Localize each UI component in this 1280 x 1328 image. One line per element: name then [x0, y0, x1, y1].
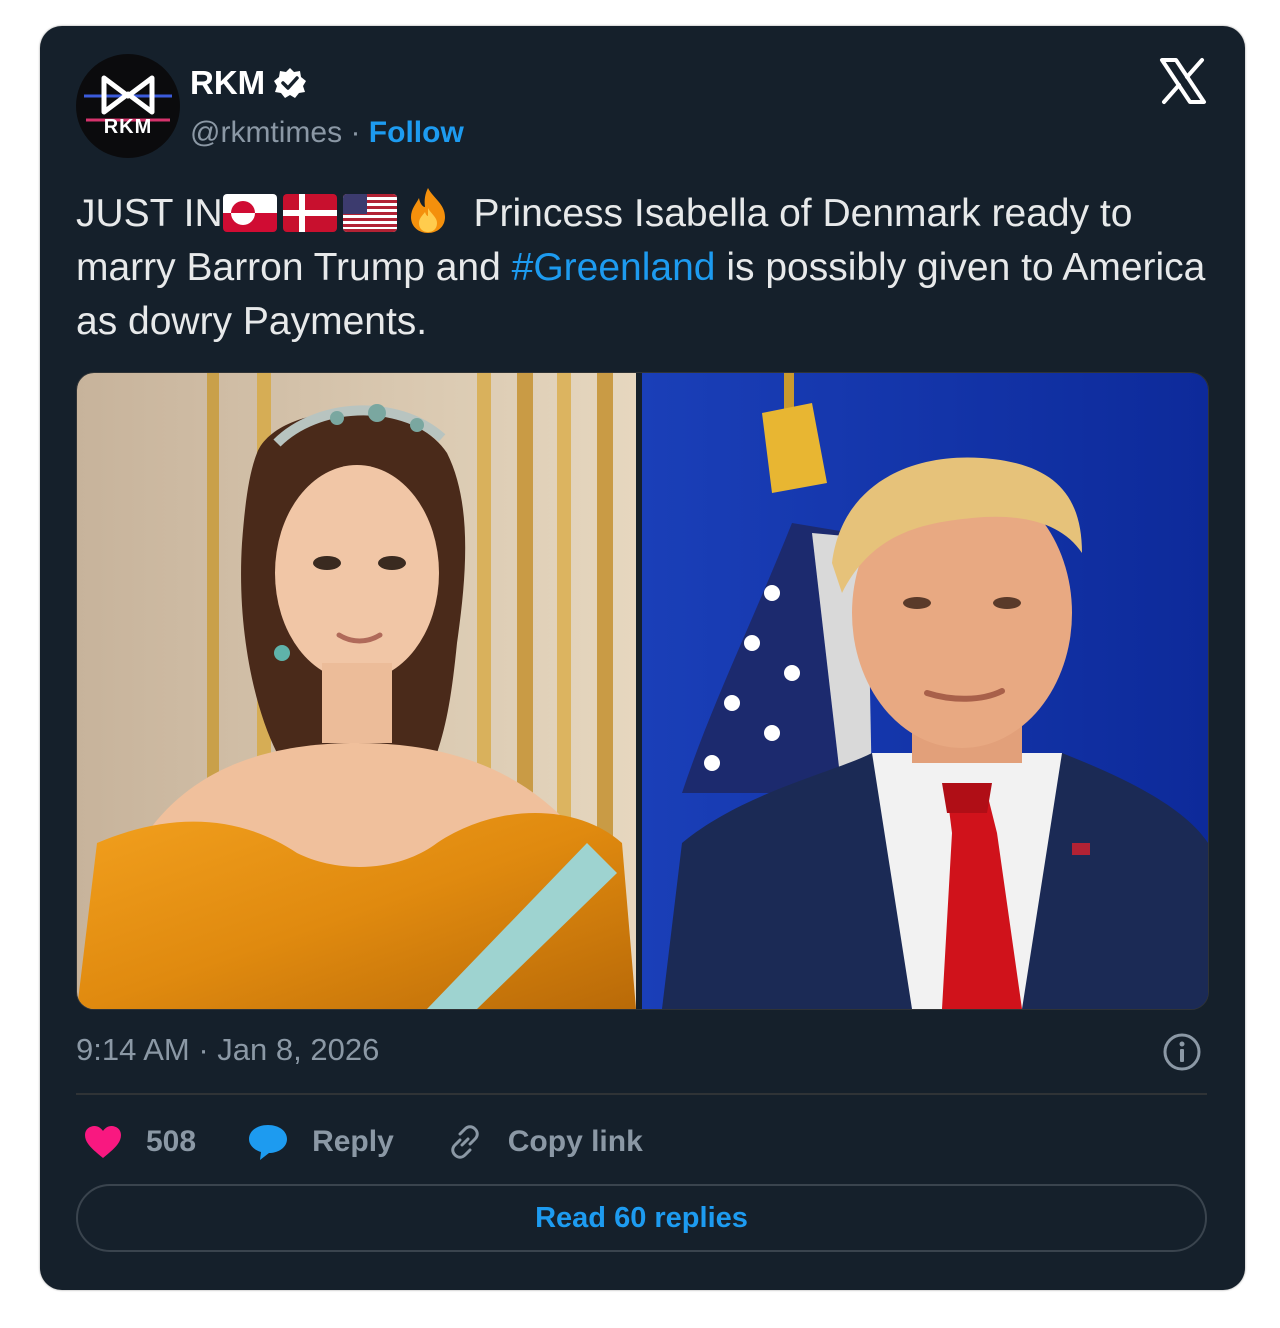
- tweet-card: RKM RKM @rkmtimes · Follow JUST IN Princ…: [40, 26, 1245, 1290]
- avatar[interactable]: RKM: [76, 54, 180, 158]
- read-replies-label: Read 60 replies: [535, 1201, 748, 1234]
- hashtag-link[interactable]: #Greenland: [512, 246, 716, 289]
- x-logo-icon[interactable]: [1158, 56, 1208, 106]
- action-bar: 508 Reply Copy link: [84, 1120, 695, 1164]
- photo-trump[interactable]: [642, 373, 1208, 1009]
- follow-button[interactable]: Follow: [369, 116, 464, 149]
- like-count: 508: [146, 1125, 197, 1158]
- separator: ·: [350, 116, 361, 149]
- rkm-logo-icon: [84, 75, 172, 122]
- fire-emoji-icon: [410, 188, 445, 233]
- heart-icon: [85, 1126, 121, 1158]
- tweet-timestamp[interactable]: 9:14 AM · Jan 8, 2026: [76, 1032, 379, 1068]
- verified-badge-icon: [274, 68, 307, 98]
- author-name[interactable]: RKM: [190, 64, 265, 102]
- handle-row: @rkmtimes · Follow: [190, 116, 464, 150]
- link-icon: [451, 1125, 479, 1159]
- greenland-flag-icon: [222, 194, 277, 232]
- us-flag-icon: [342, 194, 397, 232]
- photo-princess[interactable]: [77, 373, 636, 1009]
- author-name-row: RKM: [190, 64, 307, 102]
- denmark-flag-icon: [282, 194, 337, 232]
- author-handle[interactable]: @rkmtimes: [190, 116, 342, 149]
- read-replies-button[interactable]: Read 60 replies: [76, 1184, 1207, 1252]
- avatar-label: RKM: [103, 116, 153, 138]
- info-icon[interactable]: [1162, 1032, 1202, 1072]
- reply-button[interactable]: Reply: [248, 1123, 394, 1161]
- reply-bubble-icon: [249, 1125, 288, 1160]
- copy-link-label: Copy link: [507, 1125, 643, 1158]
- copy-link-button[interactable]: Copy link: [446, 1123, 643, 1161]
- tweet-prefix: JUST IN: [76, 192, 223, 235]
- like-button[interactable]: 508: [84, 1125, 196, 1159]
- divider: [76, 1093, 1207, 1095]
- tweet-media[interactable]: [76, 372, 1209, 1010]
- tweet-text: JUST IN Princess Isabella of Denmark rea…: [76, 186, 1206, 349]
- reply-label: Reply: [312, 1125, 394, 1158]
